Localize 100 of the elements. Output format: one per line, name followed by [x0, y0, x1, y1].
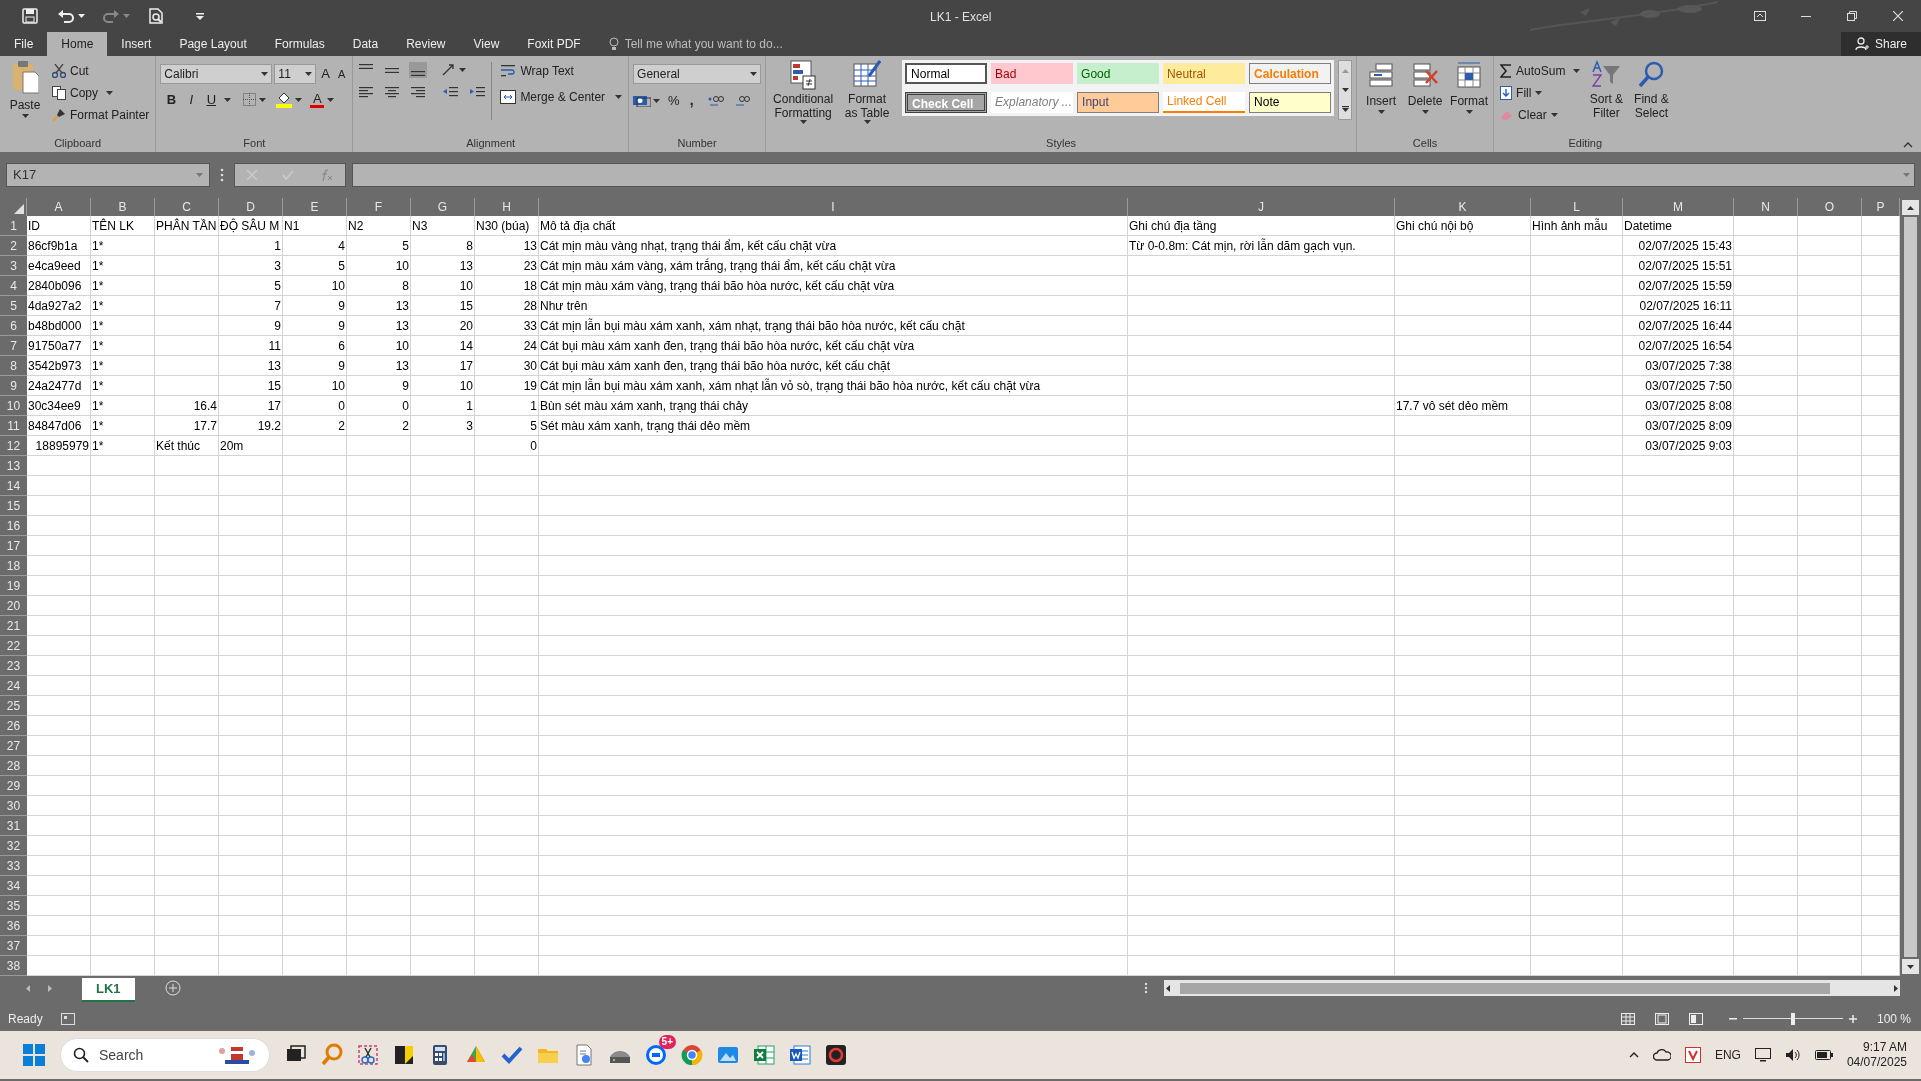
battery-button[interactable]: [1814, 1049, 1833, 1061]
zoom-in-button[interactable]: [1849, 1014, 1857, 1023]
table-cell[interactable]: 5: [219, 276, 283, 296]
table-cell[interactable]: 18895979: [27, 436, 91, 456]
italic-button[interactable]: I: [184, 90, 199, 110]
table-cell[interactable]: 91750a77: [27, 336, 91, 356]
table-cell[interactable]: 8: [347, 276, 411, 296]
table-cell[interactable]: 1: [219, 236, 283, 256]
table-cell[interactable]: 2840b096: [27, 276, 91, 296]
tell-me-field[interactable]: Tell me what you want to do...: [608, 32, 783, 56]
table-cell[interactable]: 02/07/2025 15:59: [1623, 276, 1734, 296]
scroll-down-button[interactable]: [1902, 959, 1919, 974]
orientation-button[interactable]: [441, 63, 467, 77]
language-indicator[interactable]: ENG: [1714, 1046, 1741, 1064]
cells-button[interactable]: Delete: [1405, 60, 1446, 134]
scrollbar-thumb[interactable]: [1904, 217, 1917, 957]
ribbon-tab[interactable]: Insert: [107, 32, 166, 56]
copy-button[interactable]: Copy: [50, 82, 152, 104]
table-cell[interactable]: 17.7: [155, 416, 219, 436]
table-cell[interactable]: 5: [283, 256, 347, 276]
scroll-up-button[interactable]: [1902, 200, 1919, 215]
table-cell[interactable]: Cát bụi màu xám xanh đen, trạng thái bão hòa nước, kết cấu chặt: [539, 356, 1128, 376]
table-cell[interactable]: 8: [411, 236, 475, 256]
table-cell[interactable]: 03/07/2025 9:03: [1623, 436, 1734, 456]
chat-button[interactable]: 5+: [638, 1035, 674, 1075]
table-cell[interactable]: ID: [27, 216, 91, 236]
table-cell[interactable]: 1*: [91, 316, 155, 336]
table-cell[interactable]: 30c34ee9: [27, 396, 91, 416]
table-cell[interactable]: 9: [347, 376, 411, 396]
table-cell[interactable]: 17.7 vô sét dẻo mềm: [1395, 396, 1531, 416]
table-cell[interactable]: Cát mịn màu vàng nhạt, trạng thái ẩm, kết cấu chặt vừa: [539, 236, 1128, 256]
increase-font-size-button[interactable]: A: [318, 64, 334, 84]
table-cell[interactable]: 0: [475, 436, 539, 456]
table-cell[interactable]: Kết thúc: [155, 436, 219, 456]
table-cell[interactable]: 4: [283, 236, 347, 256]
table-cell[interactable]: 9: [283, 296, 347, 316]
font-color-button[interactable]: A: [310, 91, 335, 108]
table-cell[interactable]: 19: [475, 376, 539, 396]
table-cell[interactable]: 7: [219, 296, 283, 316]
table-cell[interactable]: 3: [411, 416, 475, 436]
start-button[interactable]: [20, 1041, 48, 1069]
next-sheet-button[interactable]: [48, 984, 52, 992]
ribbon-tab[interactable]: Formulas: [260, 32, 339, 56]
table-cell[interactable]: 02/07/2025 15:43: [1623, 236, 1734, 256]
v-tray-button[interactable]: [1684, 1047, 1701, 1063]
align-center-button[interactable]: [383, 84, 402, 100]
zoom-slider[interactable]: [1743, 1012, 1843, 1025]
cell-style-option[interactable]: Normal: [905, 63, 988, 84]
paste-button[interactable]: Paste: [4, 60, 46, 134]
undo-button[interactable]: [58, 9, 85, 23]
table-cell[interactable]: 5: [347, 236, 411, 256]
page-break-button[interactable]: [1689, 1012, 1703, 1025]
page-layout-button[interactable]: [1655, 1012, 1669, 1025]
table-cell[interactable]: e4ca9eed: [27, 256, 91, 276]
volume-button[interactable]: [1784, 1048, 1801, 1062]
ribbon-tab[interactable]: Foxit PDF: [513, 32, 595, 56]
cells-button[interactable]: Format: [1449, 60, 1490, 134]
normal-view-button[interactable]: [1621, 1012, 1635, 1025]
fill-color-button[interactable]: [276, 91, 303, 108]
format-as-table-button[interactable]: Format as Table: [840, 60, 895, 134]
table-cell[interactable]: ĐỘ SÂU M: [219, 216, 283, 236]
table-cell[interactable]: Cát mịn màu xám vàng, xám trắng, trạng thái ẩm, kết cấu chặt vừa: [539, 256, 1128, 276]
table-cell[interactable]: Datetime: [1623, 216, 1734, 236]
table-cell[interactable]: 33: [475, 316, 539, 336]
table-cell[interactable]: 03/07/2025 7:50: [1623, 376, 1734, 396]
table-cell[interactable]: 15: [219, 376, 283, 396]
table-cell[interactable]: 1*: [91, 356, 155, 376]
table-cell[interactable]: Sét màu xám xanh, trạng thái dẻo mềm: [539, 416, 1128, 436]
table-cell[interactable]: Mô tả địa chất: [539, 216, 1128, 236]
table-cell[interactable]: 14: [411, 336, 475, 356]
table-cell[interactable]: 6: [283, 336, 347, 356]
ribbon-tab[interactable]: Page Layout: [165, 32, 261, 56]
table-cell[interactable]: 18: [475, 276, 539, 296]
table-cell[interactable]: PHÂN TẦN: [155, 216, 219, 236]
number-format-field[interactable]: General: [633, 64, 762, 84]
table-cell[interactable]: 13: [475, 236, 539, 256]
table-cell[interactable]: 13: [219, 356, 283, 376]
table-cell[interactable]: N3: [411, 216, 475, 236]
slider-thumb[interactable]: [1791, 1012, 1795, 1025]
table-cell[interactable]: 0: [283, 396, 347, 416]
table-cell[interactable]: 10: [347, 256, 411, 276]
table-cell[interactable]: 10: [283, 376, 347, 396]
align-right-button[interactable]: [409, 84, 428, 100]
table-cell[interactable]: Cát mịn lẫn bụi màu xám xanh, xám nhạt lẫn vỏ sò, trạng thái bão hòa nước, kết cấu chặt vừa: [539, 376, 1128, 396]
table-cell[interactable]: Từ 0-0.8m: Cát mịn, rời lẫn dăm gạch vụn.: [1128, 236, 1395, 256]
cells-button[interactable]: Insert: [1361, 60, 1402, 134]
table-cell[interactable]: 3: [219, 256, 283, 276]
clock-button[interactable]: 9:17 AM 04/07/2025: [1846, 1040, 1907, 1070]
font-size-field[interactable]: 11: [274, 64, 317, 84]
print-preview-button[interactable]: [148, 8, 164, 24]
table-cell[interactable]: 02/07/2025 16:44: [1623, 316, 1734, 336]
table-cell[interactable]: 9: [219, 316, 283, 336]
table-cell[interactable]: N30 (búa): [475, 216, 539, 236]
table-cell[interactable]: 10: [283, 276, 347, 296]
cancel-button[interactable]: [247, 170, 258, 180]
table-cell[interactable]: 1: [475, 396, 539, 416]
table-cell[interactable]: 03/07/2025 8:08: [1623, 396, 1734, 416]
table-cell[interactable]: 1*: [91, 236, 155, 256]
table-cell[interactable]: 1*: [91, 296, 155, 316]
table-cell[interactable]: 13: [411, 256, 475, 276]
